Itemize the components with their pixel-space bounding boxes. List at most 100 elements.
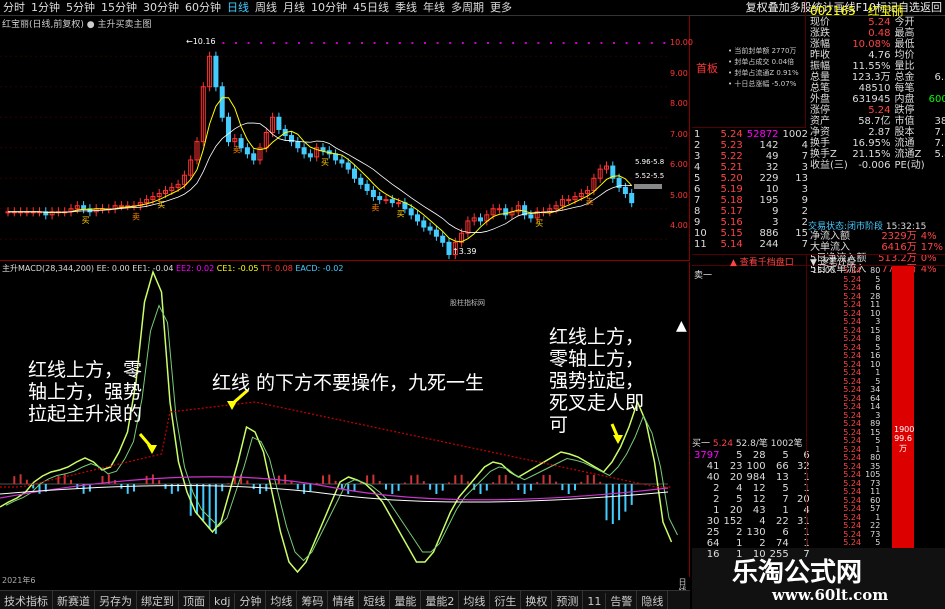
- queue-cell: 64: [706, 538, 720, 549]
- period-tab-8[interactable]: 月线: [280, 0, 308, 15]
- period-tab-7[interactable]: 周线: [252, 0, 280, 15]
- queue-cell: 1: [736, 549, 743, 560]
- orderbook-cell: 5.18: [720, 195, 743, 206]
- quote-cell: 均价: [894, 50, 915, 61]
- board-note: • 封单占流通Z 0.91%: [728, 69, 799, 77]
- tick-row: 5.24 5: [810, 538, 882, 548]
- orderbook-cell: 5.17: [720, 206, 743, 217]
- period-tab-12[interactable]: 年线: [420, 0, 448, 15]
- annotation-middle: 红线 的下方不要操作，九死一生: [212, 372, 485, 394]
- tick-cell: [810, 420, 837, 429]
- bottom-tab-10[interactable]: 短线: [359, 591, 391, 609]
- quote-cell: 58.7亿: [858, 116, 891, 127]
- period-tab-11[interactable]: 季线: [392, 0, 420, 15]
- period-tab-10[interactable]: 45日线: [350, 0, 392, 15]
- signal-dot: [373, 42, 376, 44]
- mouse-cursor-icon: ▲: [676, 318, 687, 334]
- main-price-chart[interactable]: 红宝丽(日线,前复权) ● 主升买卖主图 ←10.16 ↑3.39 5.96-5.8…: [0, 16, 693, 261]
- bottom-tab-16[interactable]: 预测: [552, 591, 584, 609]
- period-tab-3[interactable]: 15分钟: [98, 0, 140, 15]
- bottom-tab-5[interactable]: kdj: [210, 593, 236, 609]
- right-price-box: 5.96-5.8: [635, 158, 664, 166]
- bottom-tab-9[interactable]: 情绪: [328, 591, 360, 609]
- period-tab-4[interactable]: 30分钟: [140, 0, 182, 15]
- queue-cell: 20: [729, 472, 743, 483]
- tick-cell: [810, 361, 837, 370]
- period-tab-5[interactable]: 60分钟: [182, 0, 224, 15]
- quote-row: 换手16.95%流通7.35亿: [808, 138, 945, 149]
- candle: [629, 193, 635, 204]
- queue-cell: 3797: [694, 450, 720, 461]
- bottom-tab-14[interactable]: 衍生: [490, 591, 522, 609]
- candle: [383, 199, 389, 202]
- signal-dot: [449, 42, 452, 44]
- orderbook-cell: 229: [759, 173, 779, 184]
- price-tick: 4.00: [670, 221, 688, 230]
- candle: [213, 55, 219, 88]
- orderbook-cell: 3: [694, 151, 701, 162]
- orderbook-cell: 5.21: [720, 162, 743, 173]
- indicator-tabs: 技术指标 新赛道 另存为 绑定到 顶面 kdj 分钟 均线 筹码 情绪 短线 量能 量能2 均线 衍生 换权预…: [0, 590, 690, 609]
- queue-cell: 16: [706, 549, 720, 560]
- queue-cell: 10: [752, 549, 766, 560]
- signal-dot: [348, 42, 351, 44]
- bottom-tab-7[interactable]: 均线: [266, 591, 298, 609]
- orderbook-row: 1 5.24 52872 1002: [692, 129, 810, 140]
- orderbook-cell: 5.16: [720, 217, 743, 228]
- bottom-tab-17[interactable]: 11: [583, 593, 607, 609]
- bottom-tab-18[interactable]: 告警: [606, 591, 638, 609]
- period-tab-9[interactable]: 10分钟: [308, 0, 350, 15]
- order-depth-label: 查看千档盘口: [739, 258, 794, 268]
- bottom-tab-15[interactable]: 换权: [521, 591, 553, 609]
- bottom-tab-8[interactable]: 筹码: [297, 591, 329, 609]
- tick-cell: [810, 327, 837, 336]
- bottom-tab-3[interactable]: 绑定到: [137, 591, 179, 609]
- orderbook-cell: 7: [801, 239, 808, 250]
- quote-cell: 收益(三): [810, 160, 848, 171]
- quote-cell: 外盘: [810, 94, 830, 105]
- tick-cell: [810, 378, 837, 387]
- queue-cell: 4: [791, 505, 812, 516]
- queue-cell: 12: [752, 494, 766, 505]
- orderbook-cell: 11: [694, 239, 707, 250]
- quote-cell: 11.55%: [852, 61, 891, 72]
- signal-dot: [650, 42, 653, 44]
- bottom-tab-0[interactable]: 技术指标: [0, 591, 53, 609]
- candle: [433, 229, 439, 237]
- bottom-tab-4[interactable]: 顶面: [179, 591, 210, 609]
- candle: [333, 153, 339, 161]
- bottom-tab-2[interactable]: 另存为: [95, 591, 137, 609]
- quote-cell: 10.08%: [852, 39, 891, 50]
- candle: [364, 183, 370, 191]
- bottom-tab-11[interactable]: 量能: [390, 591, 422, 609]
- period-tab-0[interactable]: 分时: [0, 0, 28, 15]
- bottom-tab-12[interactable]: 量能2: [421, 591, 460, 609]
- quote-cell: 5.24: [868, 17, 891, 28]
- signal-dot: [436, 42, 439, 44]
- signal-dot: [638, 42, 641, 44]
- period-tab-14[interactable]: 更多: [487, 0, 515, 15]
- queue-cell: 5: [736, 450, 743, 461]
- bottom-tab-13[interactable]: 均线: [459, 591, 491, 609]
- queue-cell: 1: [782, 505, 789, 516]
- queue-cell: 100: [746, 461, 766, 472]
- period-tab-1[interactable]: 1分钟: [28, 0, 63, 15]
- buy-one-avg: 52.8/笔: [735, 439, 768, 449]
- tick-cell: [810, 276, 837, 285]
- signal-dot: [524, 42, 527, 44]
- queue-row: 6412741: [692, 538, 812, 549]
- signal-dot: [361, 42, 363, 44]
- macd-subchart[interactable]: 主升MACD(28,344,200) EE: 0.00 EE1: -0.04 E…: [0, 262, 690, 577]
- period-tab-13[interactable]: 多周期: [448, 0, 487, 15]
- period-tab-2[interactable]: 5分钟: [63, 0, 98, 15]
- period-tab-6[interactable]: 日线: [224, 0, 252, 15]
- bottom-tab-1[interactable]: 新赛道: [53, 591, 95, 609]
- right-scroll-icons[interactable]: [934, 90, 945, 290]
- order-depth-button[interactable]: ▲ 查看千档盘口: [730, 255, 794, 268]
- queue-cell: 13: [776, 472, 789, 483]
- bottom-tab-19[interactable]: 隐线: [637, 591, 669, 609]
- bottom-tab-6[interactable]: 分钟: [235, 591, 267, 609]
- queue-cell: 2: [736, 527, 743, 538]
- orderbook-cell: 2: [801, 206, 808, 217]
- quote-cell: 0.48: [868, 28, 891, 39]
